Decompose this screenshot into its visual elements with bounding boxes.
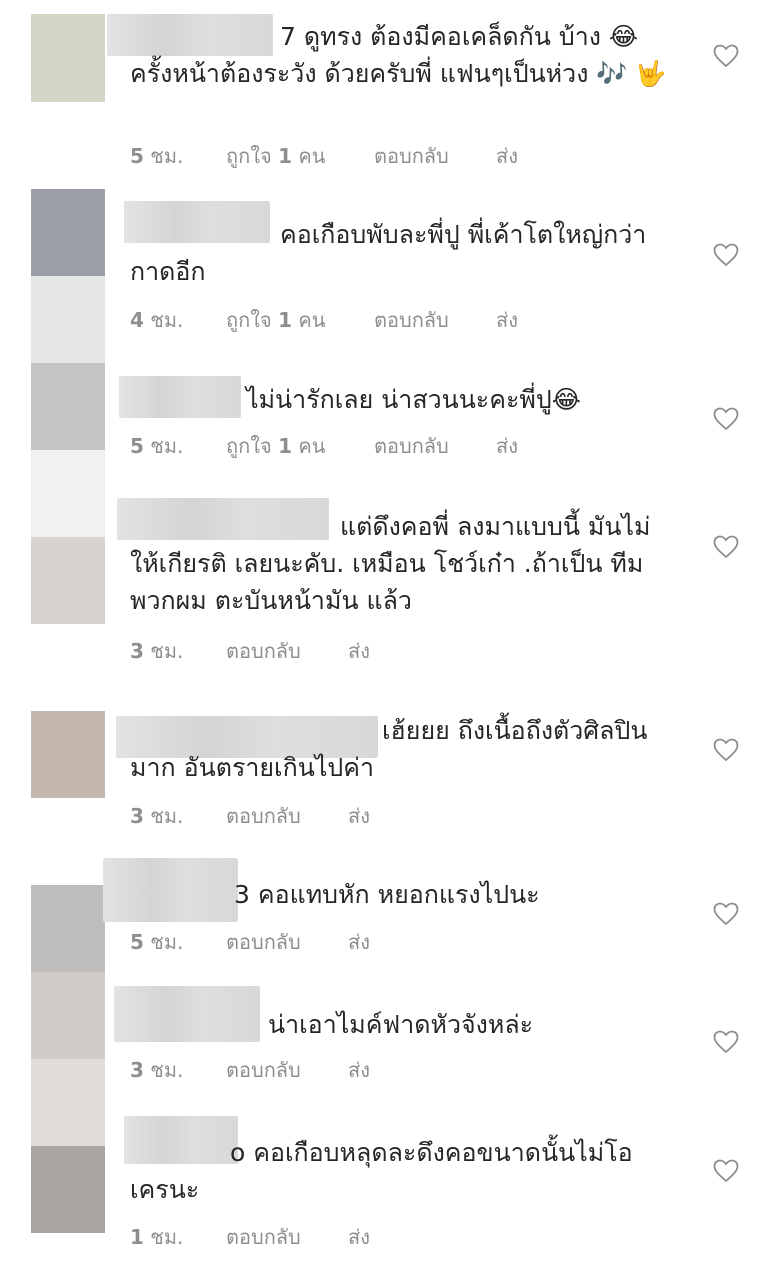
like-count[interactable]: ถูกใจ 1 คน [226,140,374,172]
heart-icon[interactable] [713,738,739,762]
send-button[interactable]: ส่ง [348,1221,370,1253]
heart-icon[interactable] [713,407,739,431]
avatar[interactable] [31,14,105,102]
comment-meta: 5 ชม. ตอบกลับ ส่ง [130,926,370,958]
comment-body: ไม่น่ารักเลย น่าสวนนะคะพี่ปู😂 [130,381,672,418]
avatar[interactable] [31,885,105,972]
send-button[interactable]: ส่ง [496,304,518,336]
like-count[interactable]: ถูกใจ 1 คน [226,304,374,336]
reply-button[interactable]: ตอบกลับ [374,430,496,462]
comment-time: 5 ชม. [130,144,184,168]
send-button[interactable]: ส่ง [348,800,370,832]
comment-time: 4 ชม. [130,308,184,332]
heart-icon[interactable] [713,1030,739,1054]
comment-body: แต่ดึงคอพี่ ลงมาแบบนี้ มันไม่ให้เกียรติ … [130,508,672,619]
reply-button[interactable]: ตอบกลับ [374,140,496,172]
comment-meta: 3 ชม. ตอบกลับ ส่ง [130,1054,370,1086]
reply-button[interactable]: ตอบกลับ [226,1221,348,1253]
comment-meta: 1 ชม. ตอบกลับ ส่ง [130,1221,370,1253]
comment-time: 5 ชม. [130,434,184,458]
send-button[interactable]: ส่ง [348,1054,370,1086]
comment-meta: 5 ชม. ถูกใจ 1 คน ตอบกลับ ส่ง [130,140,518,172]
reply-button[interactable]: ตอบกลับ [226,926,348,958]
heart-icon[interactable] [713,44,739,68]
avatar[interactable] [31,537,105,624]
comment-text: o คอเกือบหลุดละดึงคอขนาดนั้นไม่โอเครนะ [130,1138,633,1204]
heart-icon[interactable] [713,535,739,559]
reply-button[interactable]: ตอบกลับ [374,304,496,336]
comment-body: คอเกือบพับละพี่ปู พี่เค้าโตใหญ่กว่ากาดอี… [130,216,672,290]
comment-time: 1 ชม. [130,1225,184,1249]
send-button[interactable]: ส่ง [496,430,518,462]
avatar[interactable] [31,1146,105,1233]
avatar[interactable] [31,711,105,798]
comment-time: 3 ชม. [130,804,184,828]
reply-button[interactable]: ตอบกลับ [226,800,348,832]
avatar[interactable] [31,363,105,450]
heart-icon[interactable] [713,1159,739,1183]
comment-body: น่าเอาไมค์ฟาดหัวจังหล่ะ [130,1006,672,1043]
comment-text: ไม่น่ารักเลย น่าสวนนะคะพี่ปู😂 [246,385,581,414]
comment-text: น่าเอาไมค์ฟาดหัวจังหล่ะ [268,1010,534,1039]
comment-meta: 5 ชม. ถูกใจ 1 คน ตอบกลับ ส่ง [130,430,518,462]
comment-text: เฮ้ยยย ถึงเนื้อถึงตัวศิลปินมาก อันตรายเก… [130,716,648,782]
reply-button[interactable]: ตอบกลับ [226,1054,348,1086]
avatar-background [31,1059,105,1146]
reply-button[interactable]: ตอบกลับ [226,635,348,667]
send-button[interactable]: ส่ง [348,635,370,667]
comment-meta: 3 ชม. ตอบกลับ ส่ง [130,635,370,667]
avatar-background [31,276,105,363]
comment-text: 3 คอแทบหัก หยอกแรงไปนะ [234,880,540,909]
avatar-background [31,450,105,537]
heart-icon[interactable] [713,243,739,267]
avatar[interactable] [31,189,105,276]
comment-meta: 4 ชม. ถูกใจ 1 คน ตอบกลับ ส่ง [130,304,518,336]
comment-time: 5 ชม. [130,930,184,954]
send-button[interactable]: ส่ง [348,926,370,958]
comment-text: แต่ดึงคอพี่ ลงมาแบบนี้ มันไม่ให้เกียรติ … [130,512,651,615]
like-count[interactable]: ถูกใจ 1 คน [226,430,374,462]
comment-text: คอเกือบพับละพี่ปู พี่เค้าโตใหญ่กว่ากาดอี… [130,220,647,286]
comment-meta: 3 ชม. ตอบกลับ ส่ง [130,800,370,832]
avatar-background [31,972,105,1059]
comment-time: 3 ชม. [130,639,184,663]
comment-body: 3 คอแทบหัก หยอกแรงไปนะ [130,876,672,913]
comment-text: 7 ดูทรง ต้องมีคอเคล็ดกัน บ้าง 😂 ครั้งหน้… [130,22,667,88]
comment-body: 7 ดูทรง ต้องมีคอเคล็ดกัน บ้าง 😂 ครั้งหน้… [130,18,672,92]
send-button[interactable]: ส่ง [496,140,518,172]
comment-body: เฮ้ยยย ถึงเนื้อถึงตัวศิลปินมาก อันตรายเก… [130,712,672,786]
comment-body: o คอเกือบหลุดละดึงคอขนาดนั้นไม่โอเครนะ [130,1134,672,1208]
heart-icon[interactable] [713,902,739,926]
comment-time: 3 ชม. [130,1058,184,1082]
